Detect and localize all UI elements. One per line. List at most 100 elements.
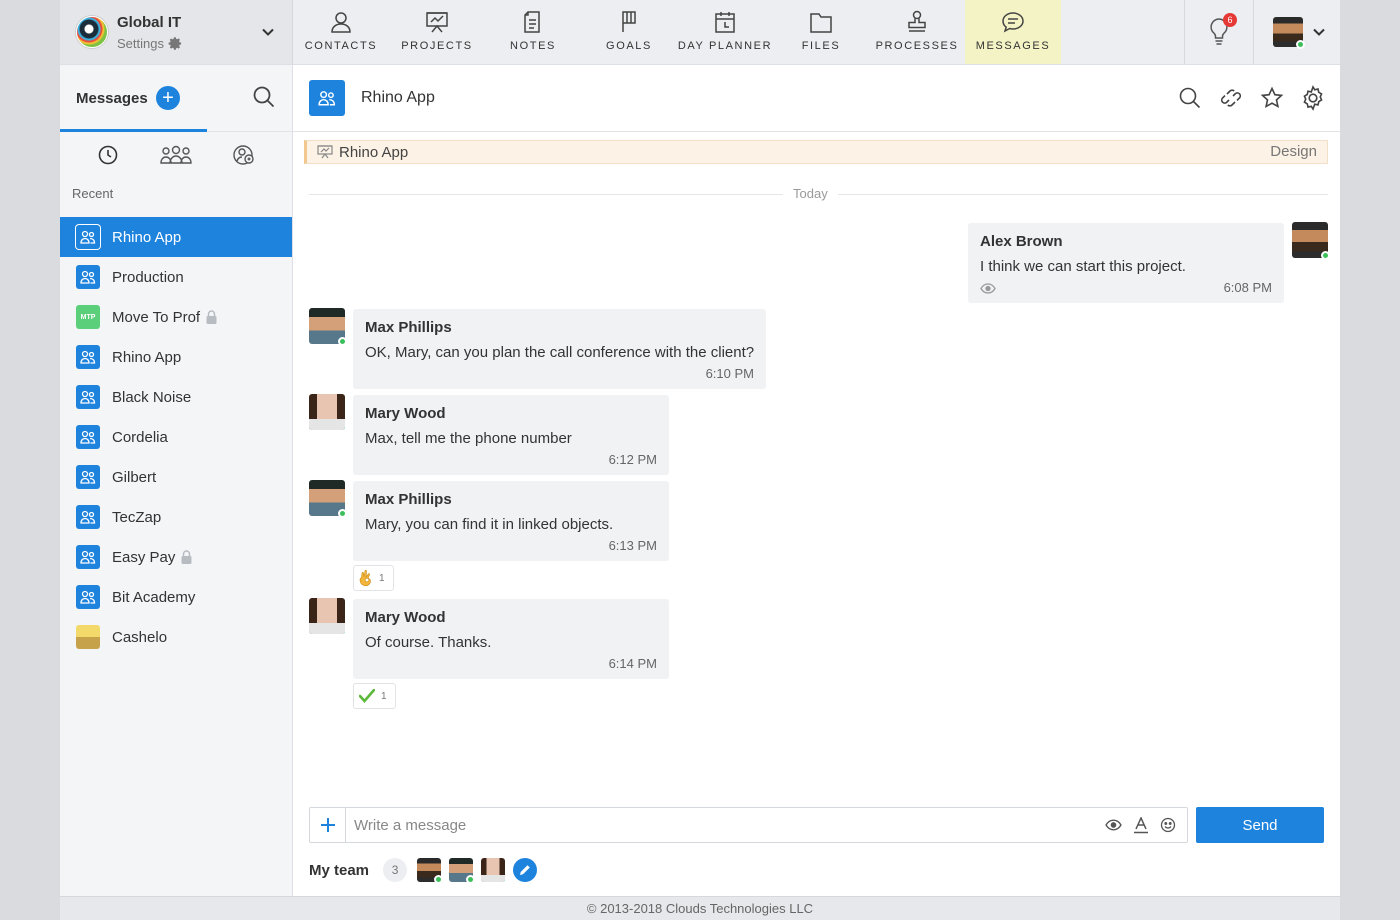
edit-team-button[interactable] <box>513 858 538 882</box>
avatar[interactable] <box>417 858 444 884</box>
chat-item-easy-pay[interactable]: Easy Pay <box>60 537 292 577</box>
nav-messages[interactable]: MESSAGES <box>965 0 1061 64</box>
search-icon[interactable] <box>252 85 276 109</box>
footer: © 2013-2018 Clouds Technologies LLC <box>60 896 1340 920</box>
sidebar-tabs <box>60 132 292 178</box>
online-indicator <box>466 875 476 884</box>
nav-projects[interactable]: PROJECTS <box>389 0 485 64</box>
message-text: OK, Mary, can you plan the call conferen… <box>365 344 755 361</box>
message-input[interactable] <box>346 808 1104 842</box>
projects-icon <box>426 12 448 33</box>
chat-item-teczap[interactable]: TecZap <box>60 497 292 537</box>
nav-notes[interactable]: NOTES <box>485 0 581 64</box>
linked-object-bar[interactable]: Rhino App Design <box>304 140 1328 164</box>
chat-item-cordelia[interactable]: Cordelia <box>60 417 292 457</box>
message-author: Max Phillips <box>365 491 452 508</box>
favorite-button[interactable] <box>1259 85 1285 111</box>
chat-name: Easy Pay <box>112 548 176 566</box>
emoji-button[interactable] <box>1158 816 1177 835</box>
cashelo-logo <box>76 625 100 649</box>
avatar[interactable] <box>309 598 347 636</box>
chat-item-black-noise[interactable]: Black Noise <box>60 377 292 417</box>
avatar[interactable] <box>1292 222 1330 260</box>
tab-recent[interactable] <box>88 140 128 170</box>
groups-icon <box>160 145 192 164</box>
message-bubble: Max Phillips OK, Mary, can you plan the … <box>353 309 766 389</box>
online-indicator <box>1296 40 1305 49</box>
org-settings-link[interactable]: Settings <box>117 36 183 51</box>
avatar[interactable] <box>309 394 347 432</box>
nav-goals[interactable]: GOALS <box>581 0 677 64</box>
group-icon <box>76 345 100 369</box>
group-icon <box>309 80 345 116</box>
online-indicator <box>338 627 347 636</box>
avatar[interactable] <box>309 480 347 518</box>
team-count: 3 <box>383 858 408 882</box>
message-text: Mary, you can find it in linked objects. <box>365 516 614 533</box>
reaction-ok[interactable]: 1 <box>353 565 394 591</box>
team-label: My team <box>309 861 370 879</box>
online-indicator <box>498 875 508 884</box>
chat-item-production[interactable]: Production <box>60 257 292 297</box>
attach-button[interactable] <box>310 808 346 842</box>
linked-objects-button[interactable] <box>1218 85 1244 111</box>
gear-icon <box>168 37 182 50</box>
chat-item-gilbert[interactable]: Gilbert <box>60 457 292 497</box>
message-author: Mary Wood <box>365 609 446 626</box>
new-message-button[interactable]: + <box>156 86 180 110</box>
nav-label: MESSAGES <box>975 40 1051 52</box>
chat-name: Production <box>112 268 184 286</box>
chat-name: Black Noise <box>112 388 192 406</box>
avatar[interactable] <box>449 858 476 884</box>
plus-icon <box>320 818 335 832</box>
message-text: I think we can start this project. <box>980 258 1186 275</box>
goals-icon <box>622 11 636 32</box>
notifications-button[interactable]: 6 <box>1184 0 1253 64</box>
files-icon <box>810 13 832 33</box>
nav-processes[interactable]: PROCESSES <box>869 0 965 64</box>
ok-hand-emoji <box>359 570 371 586</box>
message-composer <box>309 807 1188 843</box>
chat-item-rhino-app[interactable]: Rhino App <box>60 217 292 257</box>
chat-item-cashelo[interactable]: Cashelo <box>60 617 292 657</box>
mtp-logo: MTP <box>76 305 100 329</box>
text-format-button[interactable] <box>1131 816 1150 835</box>
composer-tools <box>1104 816 1187 835</box>
nav-label: PROJECTS <box>401 40 473 52</box>
star-icon <box>1260 86 1284 109</box>
tab-contacts-status[interactable] <box>224 140 264 170</box>
group-icon <box>76 545 100 569</box>
settings-button[interactable] <box>1300 85 1326 111</box>
tab-groups[interactable] <box>156 140 196 170</box>
clock-icon <box>98 145 118 165</box>
user-menu[interactable] <box>1253 0 1340 64</box>
chat-item-move-to-prof[interactable]: MTP Move To Prof <box>60 297 292 337</box>
nav-label: FILES <box>801 40 841 52</box>
reaction-count: 1 <box>381 690 387 702</box>
gear-icon <box>1303 85 1323 111</box>
chat-item-rhino-app-2[interactable]: Rhino App <box>60 337 292 377</box>
day-label: Today <box>783 186 838 201</box>
group-icon <box>76 265 100 289</box>
nav-label: CONTACTS <box>304 40 378 52</box>
sidebar: Messages + Recent Rhino App Production M… <box>60 65 293 896</box>
org-switcher[interactable]: Global IT Settings <box>60 0 293 64</box>
search-button[interactable] <box>1177 85 1203 111</box>
chat-item-bit-academy[interactable]: Bit Academy <box>60 577 292 617</box>
sidebar-title: Messages <box>76 90 148 107</box>
avatar <box>1273 17 1305 49</box>
lock-icon <box>181 550 192 564</box>
group-icon <box>76 225 100 249</box>
reaction-check[interactable]: 1 <box>353 683 396 709</box>
processes-icon <box>908 10 926 32</box>
preview-button[interactable] <box>1104 816 1123 835</box>
chat-name: Gilbert <box>112 468 157 486</box>
main-nav: CONTACTS PROJECTS NOTES GOALS DAY PLANNE… <box>293 0 1061 64</box>
avatar[interactable] <box>309 308 347 346</box>
search-icon <box>1179 87 1201 109</box>
nav-contacts[interactable]: CONTACTS <box>293 0 389 64</box>
nav-files[interactable]: FILES <box>773 0 869 64</box>
send-button[interactable]: Send <box>1196 807 1324 843</box>
avatar[interactable] <box>481 858 508 884</box>
nav-day-planner[interactable]: DAY PLANNER <box>677 0 773 64</box>
